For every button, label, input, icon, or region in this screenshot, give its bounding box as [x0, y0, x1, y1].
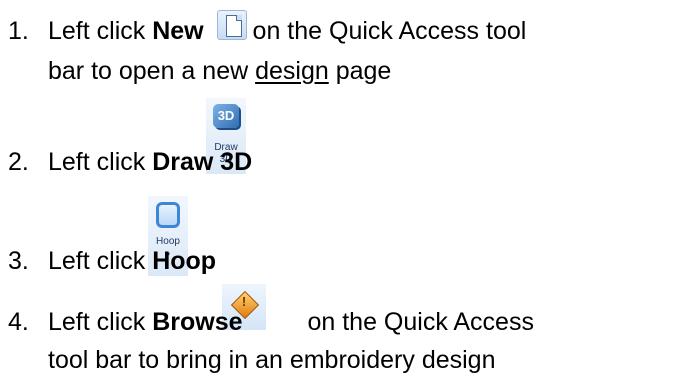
step-1-number: 1.	[8, 17, 29, 45]
step-4-number: 4.	[8, 308, 29, 336]
step-3: 3. Left click Hoop	[0, 246, 216, 276]
step-1-line2-b: page	[328, 57, 392, 85]
step-4-suffix: on the Quick Access	[300, 308, 534, 336]
step-3-number: 3.	[8, 247, 29, 275]
step-1-continuation: bar to open a new design page	[0, 56, 391, 86]
step-2-prefix: Left click	[48, 148, 153, 176]
step-1: 1. Left click New on the Quick Access too…	[0, 16, 526, 46]
draw-3d-badge: 3D	[217, 108, 235, 123]
step-4-prefix: Left click	[48, 308, 153, 336]
step-1-line2-underlined: design	[255, 57, 329, 85]
step-4-bold: Browse	[152, 308, 243, 336]
step-4-continuation: tool bar to bring in an embroidery desig…	[0, 345, 496, 375]
step-1-bold: New	[152, 17, 204, 45]
step-4-line2: tool bar to bring in an embroidery desig…	[48, 346, 496, 374]
instruction-document: 1. Left click New on the Quick Access too…	[0, 0, 681, 388]
step-1-line2-a: bar to open a new	[48, 57, 256, 85]
new-document-icon	[217, 10, 247, 40]
step-3-bold: Hoop	[152, 247, 217, 275]
step-1-suffix: on the Quick Access tool	[245, 17, 527, 45]
step-3-prefix: Left click	[48, 247, 153, 275]
step-2-number: 2.	[8, 148, 29, 176]
step-2: 2. Left click Draw 3D	[0, 147, 252, 177]
step-4: 4. Left click Browse on the Quick Access	[0, 307, 534, 337]
step-1-prefix: Left click	[48, 17, 153, 45]
step-2-bold: Draw 3D	[152, 148, 253, 176]
